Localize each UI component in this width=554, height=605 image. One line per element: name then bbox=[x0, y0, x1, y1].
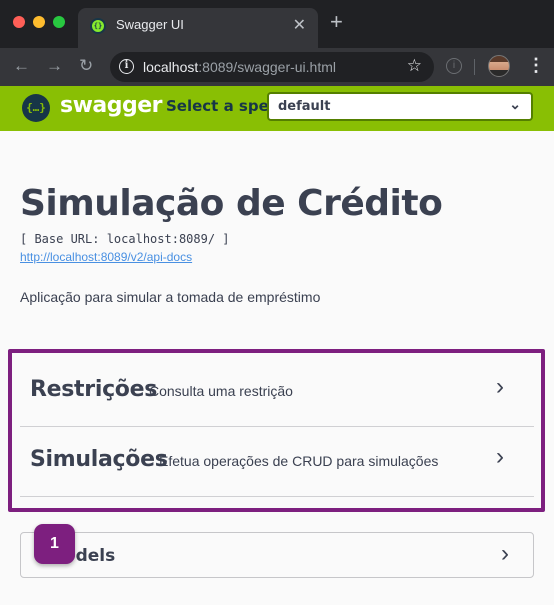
step-badge: 1 bbox=[34, 524, 75, 564]
address-bar[interactable]: i localhost:8089/swagger-ui.html ☆ bbox=[110, 52, 434, 82]
api-description: Aplicação para simular a tomada de empré… bbox=[20, 289, 321, 305]
models-section[interactable]: Models › bbox=[20, 532, 534, 578]
api-docs-link[interactable]: http://localhost:8089/v2/api-docs bbox=[20, 250, 192, 264]
close-window-button[interactable] bbox=[13, 16, 25, 28]
url-text: localhost:8089/swagger-ui.html bbox=[143, 59, 336, 75]
chevron-down-icon: ⌄ bbox=[509, 96, 521, 112]
url-path: :8089/swagger-ui.html bbox=[198, 59, 337, 75]
url-host: localhost bbox=[143, 59, 199, 75]
tab-title: Swagger UI bbox=[116, 17, 184, 32]
avatar[interactable] bbox=[488, 55, 510, 77]
swagger-topbar: {…} swagger Select a spec default ⌄ bbox=[0, 86, 554, 131]
highlight-box bbox=[8, 349, 545, 512]
info-icon[interactable]: i bbox=[119, 59, 134, 74]
chevron-right-icon[interactable]: › bbox=[501, 541, 509, 567]
minimize-window-button[interactable] bbox=[33, 16, 45, 28]
extension-icon[interactable]: i bbox=[446, 58, 462, 74]
spec-label: Select a spec bbox=[166, 97, 278, 115]
new-tab-button[interactable]: + bbox=[330, 11, 343, 33]
close-tab-icon[interactable]: ✕ bbox=[293, 15, 306, 35]
forward-icon[interactable]: → bbox=[46, 56, 63, 76]
toolbar-divider bbox=[474, 59, 475, 75]
browser-toolbar: ← → ↻ i localhost:8089/swagger-ui.html ☆… bbox=[0, 48, 554, 86]
swagger-logo-text: swagger bbox=[60, 93, 163, 118]
swagger-logo-icon: {…} bbox=[22, 94, 50, 122]
browser-titlebar: {} Swagger UI ✕ + bbox=[0, 0, 554, 48]
star-icon[interactable]: ☆ bbox=[407, 56, 422, 76]
spec-select[interactable]: default ⌄ bbox=[267, 92, 533, 121]
swagger-favicon-icon: {} bbox=[90, 18, 106, 34]
menu-icon[interactable]: ⋮ bbox=[527, 55, 545, 75]
swagger-page: Simulação de Crédito [ Base URL: localho… bbox=[0, 131, 554, 605]
reload-icon[interactable]: ↻ bbox=[79, 56, 93, 76]
base-url: [ Base URL: localhost:8089/ ] bbox=[20, 232, 230, 246]
maximize-window-button[interactable] bbox=[53, 16, 65, 28]
browser-tab[interactable]: {} Swagger UI ✕ bbox=[78, 8, 318, 48]
page-title: Simulação de Crédito bbox=[20, 183, 443, 224]
spec-select-value: default bbox=[278, 99, 331, 114]
back-icon[interactable]: ← bbox=[13, 56, 30, 76]
